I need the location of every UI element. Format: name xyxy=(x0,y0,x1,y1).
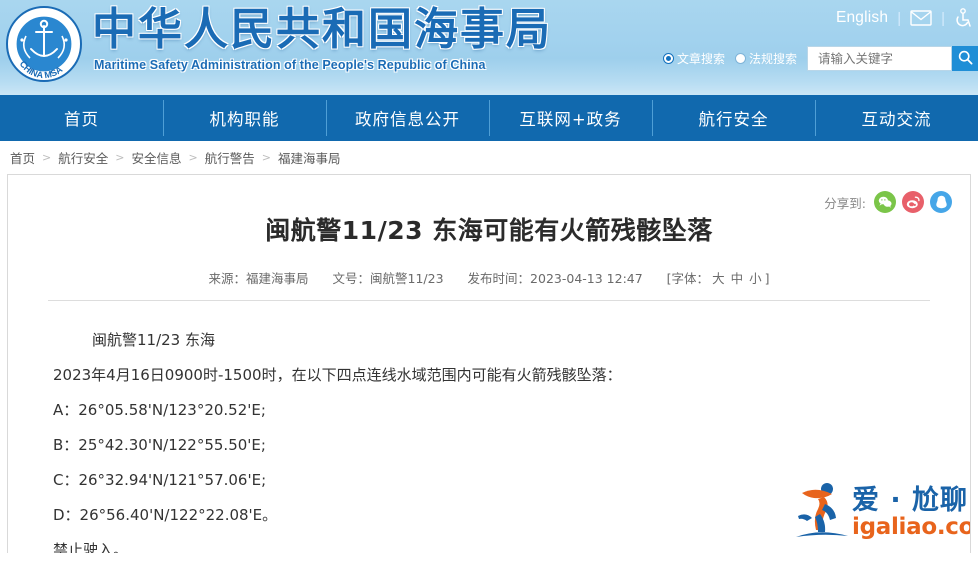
search-option-article[interactable]: 文章搜索 xyxy=(662,50,725,67)
breadcrumb-separator-0: > xyxy=(42,151,52,164)
utility-separator-2: | xyxy=(941,9,945,27)
nav-item-internet-gov[interactable]: 互联网+政务 xyxy=(489,95,652,141)
breadcrumb-item-2[interactable]: 安全信息 xyxy=(131,148,181,167)
article-paragraph: A：26°05.58'N/123°20.52'E; xyxy=(53,401,266,419)
meta-docno-value: 闽航警11/23 xyxy=(370,271,444,286)
radio-regulation-icon[interactable] xyxy=(734,53,746,64)
font-size-control: [字体：大中小] xyxy=(667,271,770,286)
breadcrumb-item-1[interactable]: 航行安全 xyxy=(58,148,108,167)
nav-item-interaction[interactable]: 互动交流 xyxy=(815,95,978,141)
search-option-regulation-label: 法规搜索 xyxy=(748,52,797,66)
share-wechat-icon[interactable] xyxy=(874,191,896,213)
nav-item-navigation-safety[interactable]: 航行安全 xyxy=(652,95,815,141)
nav-item-functions[interactable]: 机构职能 xyxy=(163,95,326,141)
search-bar: 文章搜索 法规搜索 xyxy=(662,45,978,72)
breadcrumb-item-0[interactable]: 首页 xyxy=(10,148,35,167)
nav-item-gov-info[interactable]: 政府信息公开 xyxy=(326,95,489,141)
search-icon xyxy=(958,50,973,68)
utility-bar: English | | xyxy=(836,8,972,28)
article-paragraph: 2023年4月16日0900时-1500时，在以下四点连线水域范围内可能有火箭残… xyxy=(53,366,622,384)
nav-item-home[interactable]: 首页 xyxy=(0,95,163,141)
font-size-large[interactable]: 大 xyxy=(712,271,725,286)
article-paragraph: 禁止驶入。 xyxy=(53,541,129,553)
article-meta: 来源：福建海事局 文号：闽航警11/23 发布时间：2023-04-13 12:… xyxy=(8,268,970,287)
share-label: 分享到: xyxy=(824,195,866,211)
search-input[interactable] xyxy=(816,50,943,67)
search-option-article-label: 文章搜索 xyxy=(676,52,725,66)
share-bar: 分享到: xyxy=(824,191,952,213)
wheelchair-icon[interactable] xyxy=(954,8,972,28)
font-size-small[interactable]: 小 xyxy=(749,271,762,286)
search-button[interactable] xyxy=(952,46,978,71)
english-link[interactable]: English xyxy=(836,9,888,27)
search-input-wrapper[interactable] xyxy=(807,46,952,71)
article-paragraph: 闽航警11/23 东海 xyxy=(92,331,215,349)
meta-docno: 文号：闽航警11/23 xyxy=(333,271,444,286)
breadcrumb-separator-1: > xyxy=(115,151,125,164)
breadcrumb-separator-3: > xyxy=(261,151,271,164)
article-paragraph: C：26°32.94'N/121°57.06'E; xyxy=(53,471,267,489)
breadcrumb: 首页 > 航行安全 > 安全信息 > 航行警告 > 福建海事局 xyxy=(0,141,978,174)
site-title-cn: 中华人民共和国海事局 xyxy=(92,4,552,55)
breadcrumb-item-4[interactable]: 福建海事局 xyxy=(278,148,341,167)
site-header: CHINA MSA 中华人民共和国海事局 Maritime Safety Adm… xyxy=(0,0,978,95)
article-paragraph: B：25°42.30'N/122°55.50'E; xyxy=(53,436,266,454)
breadcrumb-item-3[interactable]: 航行警告 xyxy=(205,148,255,167)
breadcrumb-separator-2: > xyxy=(188,151,198,164)
search-option-regulation[interactable]: 法规搜索 xyxy=(734,50,797,67)
article-card: 分享到: 闽航警11/23 东海可能有火箭残骸坠落 来源：福建海事局 文号：闽航… xyxy=(7,174,971,553)
china-msa-emblem-icon: CHINA MSA xyxy=(6,6,82,82)
meta-time: 发布时间：2023-04-13 12:47 xyxy=(468,271,643,286)
main-navigation: 首页 机构职能 政府信息公开 互联网+政务 航行安全 互动交流 xyxy=(0,95,978,141)
envelope-icon[interactable] xyxy=(910,10,932,26)
font-size-open: [字体： xyxy=(666,271,710,286)
font-size-medium[interactable]: 中 xyxy=(731,271,744,286)
utility-separator-1: | xyxy=(897,9,902,27)
meta-time-value: 2023-04-13 12:47 xyxy=(530,271,643,286)
font-size-close: ] xyxy=(764,271,770,286)
article-paragraph: D：26°56.40'N/122°22.08'E。 xyxy=(53,506,278,524)
share-qq-icon[interactable] xyxy=(930,191,952,213)
meta-docno-label: 文号： xyxy=(332,271,371,286)
meta-source-label: 来源： xyxy=(208,271,246,286)
meta-source-value: 福建海事局 xyxy=(246,271,309,286)
meta-time-label: 发布时间： xyxy=(467,271,531,286)
share-weibo-icon[interactable] xyxy=(902,191,924,213)
site-title-en: Maritime Safety Administration of the Pe… xyxy=(94,58,486,72)
article-body: 闽航警11/23 东海 2023年4月16日0900时-1500时，在以下四点连… xyxy=(8,301,970,553)
radio-article-icon[interactable] xyxy=(662,53,674,64)
meta-source: 来源：福建海事局 xyxy=(208,271,308,286)
